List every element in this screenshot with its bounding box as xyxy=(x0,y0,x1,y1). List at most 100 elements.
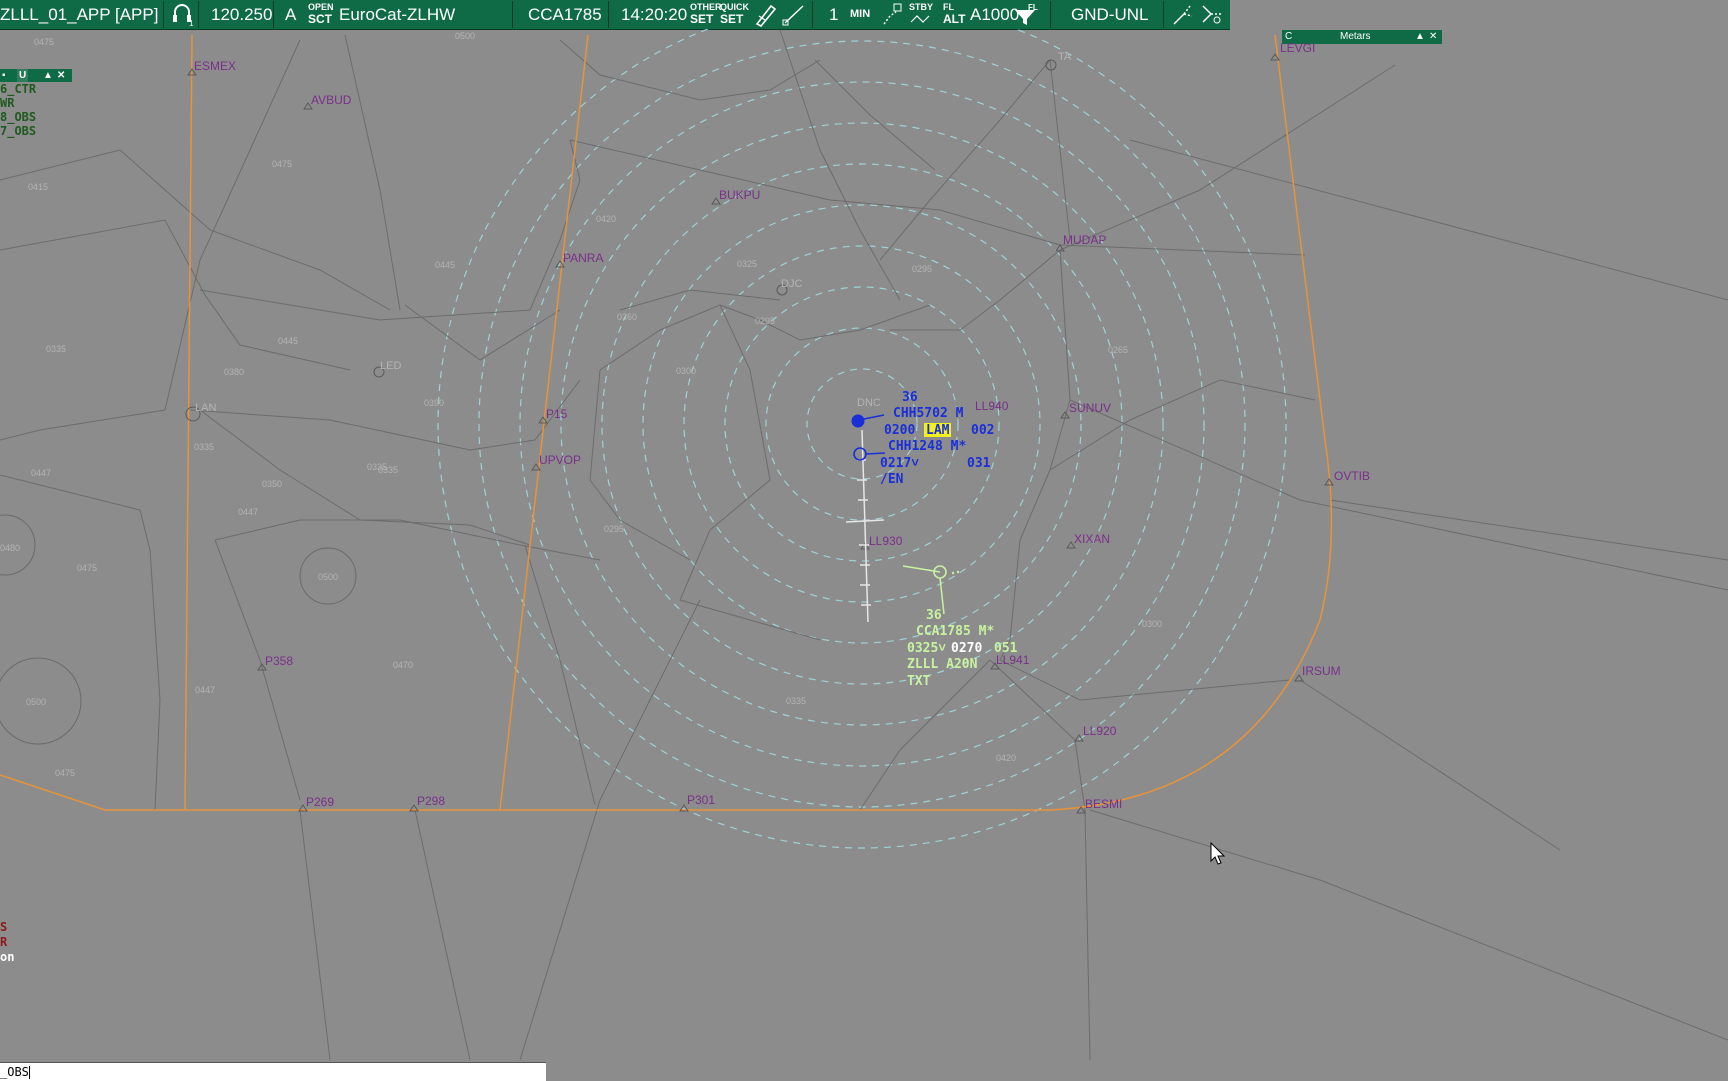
command-line-input[interactable]: _OBS xyxy=(0,1062,546,1081)
position-label[interactable]: ZLLL_01_APP [APP] xyxy=(0,0,158,29)
open-sct-line1: OPEN xyxy=(308,2,334,12)
close-icon[interactable]: ✕ xyxy=(57,69,65,82)
track-label-line[interactable]: 36 xyxy=(902,390,918,405)
fl-alt-toggle[interactable]: FL ALT xyxy=(943,1,965,26)
radar-scope[interactable]: 0475 0500 0475 0415 0445 0420 0335 0445 … xyxy=(0,29,1728,1062)
atc-list-u-button[interactable]: U xyxy=(17,69,29,82)
waypoint-label: P269 xyxy=(306,795,334,809)
track-cleared-value[interactable]: 0270 xyxy=(951,641,982,656)
mouse-pointer-icon xyxy=(1210,841,1226,871)
count-display[interactable]: 1 xyxy=(829,0,838,29)
altitude-label: 0335 xyxy=(367,462,387,472)
separator xyxy=(273,1,274,28)
headset-icon[interactable]: 1 xyxy=(170,2,194,28)
min-button[interactable]: MIN xyxy=(850,8,870,20)
aircraft-symbol-icon[interactable] xyxy=(853,447,867,461)
waypoint-label: LEVGI xyxy=(1280,41,1315,55)
aircraft-target-cca1785[interactable]: 36 CCA1785 M* 0325˅ 0270 051 ZLLL A20N T… xyxy=(902,565,1018,689)
separator xyxy=(1050,1,1051,28)
altitude-label: 0335 xyxy=(46,344,66,354)
track-cleared-value[interactable]: LAM xyxy=(926,423,950,438)
track-callsign[interactable]: CHH5702 M xyxy=(893,406,964,421)
waypoint-label: SUNUV xyxy=(1069,401,1111,415)
track-altitude[interactable]: 0217˅ xyxy=(880,456,919,471)
aircraft-target-chh1248[interactable]: CHH1248 M* 0217˅ 031 /EN xyxy=(853,439,991,487)
waypoint-label: OVTIB xyxy=(1334,469,1370,483)
navaid-label: TA xyxy=(1058,51,1072,63)
atc-list-window[interactable]: ▪ U ▲ ✕ 6_CTR WR 8_OBS 7_OBS xyxy=(0,69,72,138)
track-speed[interactable]: 031 xyxy=(967,456,991,471)
track-altitude[interactable]: 0200 xyxy=(884,423,915,438)
waypoint-label: P358 xyxy=(265,654,293,668)
list-item[interactable]: 8_OBS xyxy=(0,110,72,124)
waypoint-labels: ESMEX AVBUD BUKPU PANRA MUDAP SUNUV P15 … xyxy=(194,41,1370,811)
leader-line xyxy=(865,452,886,455)
track-speed[interactable]: 002 xyxy=(971,423,994,438)
aircraft-symbol-icon[interactable] xyxy=(851,414,865,428)
list-item[interactable]: WR xyxy=(0,96,72,110)
message-line: R xyxy=(0,935,8,949)
track-callsign[interactable]: CCA1785 M* xyxy=(916,624,994,639)
range-filter[interactable]: GND-UNL xyxy=(1071,0,1148,29)
altitude-label: 0325 xyxy=(737,259,757,269)
dotted-path-icon[interactable] xyxy=(880,2,906,27)
fl-line1: FL xyxy=(943,2,954,12)
altitude-label: 0390 xyxy=(424,398,444,408)
altitude-label: 0475 xyxy=(77,563,97,573)
list-item[interactable]: 6_CTR xyxy=(0,82,72,96)
track-callsign[interactable]: CHH1248 M* xyxy=(888,439,966,454)
altitude-label: 0300 xyxy=(676,366,696,376)
altitude-label: 0295 xyxy=(755,316,775,326)
waypoint-triangle-icon xyxy=(1324,478,1334,486)
collapse-icon[interactable]: ▲ xyxy=(43,69,53,82)
altitude-label: 0295 xyxy=(912,264,932,274)
altitude-label: 0447 xyxy=(195,685,215,695)
altitude-label: 0475 xyxy=(272,159,292,169)
altitude-label: 0475 xyxy=(34,37,54,47)
separator xyxy=(198,1,199,28)
navaid-label: DNC xyxy=(857,397,881,409)
altitude-label: 0445 xyxy=(278,336,298,346)
restricted-areas xyxy=(0,514,357,745)
filter-funnel-icon[interactable]: FL xyxy=(1012,2,1042,27)
mode-indicator[interactable]: A xyxy=(285,0,296,29)
waypoint-label: BESMI xyxy=(1085,797,1122,811)
altitude-label: 0300 xyxy=(1142,619,1162,629)
clock-time: 14:20:20 xyxy=(621,5,688,24)
waypoint-label: LL920 xyxy=(1083,724,1117,738)
track-text-flag[interactable]: TXT xyxy=(907,674,931,689)
atc-list-header[interactable]: ▪ U ▲ ✕ xyxy=(0,69,72,82)
command-line-text[interactable]: _OBS xyxy=(0,1065,29,1079)
track-destination[interactable]: ZLLL A20N xyxy=(907,657,978,672)
altitude-label: 0447 xyxy=(238,507,258,517)
other-set-button[interactable]: OTHER SET xyxy=(690,1,722,26)
track-altitude[interactable]: 0325˅ xyxy=(907,641,946,656)
waypoint-label: LL940 xyxy=(975,399,1009,413)
track-label-line[interactable]: 36 xyxy=(926,608,942,623)
altitude-label: 0500 xyxy=(26,697,46,707)
stby-line1: STBY xyxy=(909,2,934,12)
frequency-display[interactable]: 120.250 xyxy=(211,0,272,29)
track-speed[interactable]: 051 xyxy=(994,641,1018,656)
waypoint-label: P15 xyxy=(546,407,568,421)
history-dot xyxy=(951,571,955,575)
open-sct-button[interactable]: OPEN SCT xyxy=(308,1,334,26)
altitude-label: 0475 xyxy=(55,768,75,778)
list-item[interactable]: 7_OBS xyxy=(0,124,72,138)
selected-callsign[interactable]: CCA1785 xyxy=(528,0,602,29)
sort-icon[interactable]: ▪ xyxy=(2,69,6,82)
altitude-label: 0265 xyxy=(1108,345,1128,355)
separator xyxy=(608,1,609,28)
top-toolbar: ZLLL_01_APP [APP] 1 120.250 A OPEN SCT E… xyxy=(0,0,1230,30)
profile-label[interactable]: EuroCat-ZLHW xyxy=(339,0,455,29)
track-route[interactable]: /EN xyxy=(880,472,904,487)
waypoint-label: UPVOP xyxy=(539,453,581,467)
altitude-label: 0335 xyxy=(194,442,214,452)
pencil-icon[interactable] xyxy=(753,2,779,28)
route-draw-icon[interactable] xyxy=(1170,2,1196,27)
measure-line-icon[interactable] xyxy=(781,2,807,27)
stby-button[interactable]: STBY xyxy=(909,1,935,27)
quick-set-button[interactable]: QUICK SET xyxy=(720,1,749,26)
text-cursor xyxy=(28,1066,30,1079)
route-probe-icon[interactable] xyxy=(1199,2,1227,27)
